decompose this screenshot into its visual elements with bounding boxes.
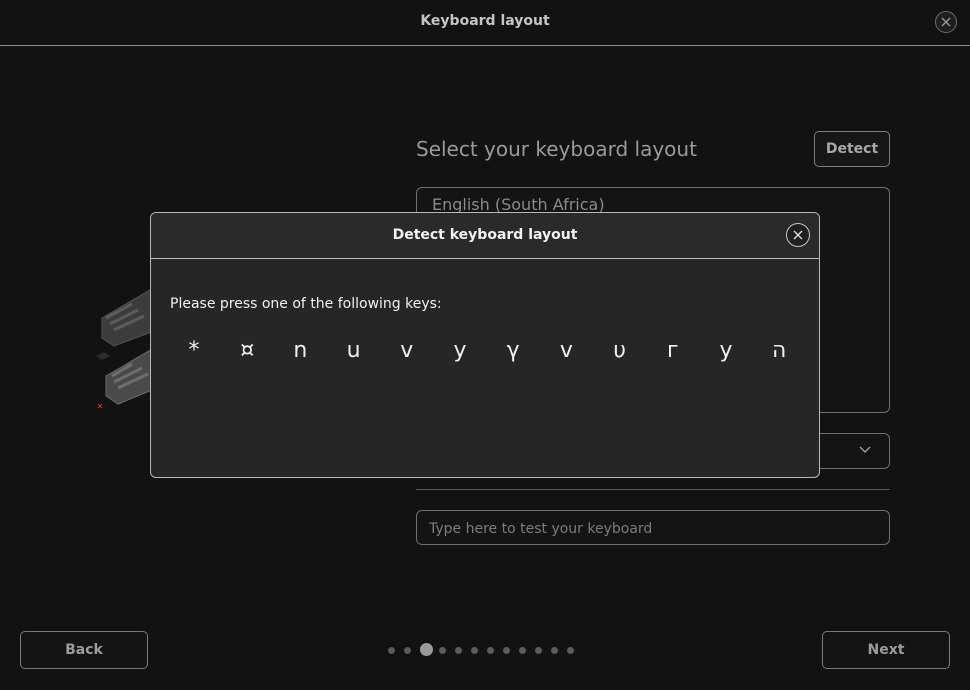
key-glyph: y	[719, 338, 733, 363]
detect-button[interactable]: Detect	[814, 131, 890, 167]
keyboard-test-input[interactable]: Type here to test your keyboard	[416, 510, 890, 545]
step-dot	[567, 647, 574, 654]
step-dot-active	[420, 643, 433, 656]
key-glyph: ה	[772, 338, 787, 363]
step-dot	[551, 647, 558, 654]
close-icon	[793, 230, 803, 240]
title-bar: Keyboard layout	[0, 0, 970, 46]
next-button[interactable]: Next	[822, 631, 950, 669]
back-button[interactable]: Back	[20, 631, 148, 669]
step-dot	[535, 647, 542, 654]
key-glyph: y	[453, 338, 467, 363]
dialog-header: Detect keyboard layout	[151, 213, 819, 259]
page-heading: Select your keyboard layout	[416, 137, 697, 161]
key-glyph: v	[400, 338, 414, 363]
key-glyph: υ	[613, 338, 626, 363]
dialog-close-button[interactable]	[786, 223, 810, 247]
close-icon	[941, 17, 951, 27]
step-dot	[519, 647, 526, 654]
keyboard-test-placeholder: Type here to test your keyboard	[429, 521, 653, 537]
dialog-prompt: Please press one of the following keys:	[170, 296, 442, 312]
step-dot	[439, 647, 446, 654]
window-close-button[interactable]	[935, 11, 957, 33]
divider	[416, 489, 890, 490]
detect-keyboard-dialog: Detect keyboard layout Please press one …	[150, 212, 820, 478]
key-glyph: u	[346, 338, 361, 363]
step-dot	[471, 647, 478, 654]
key-glyph: г	[667, 338, 679, 363]
key-glyph: γ	[506, 338, 520, 363]
step-dot	[503, 647, 510, 654]
dialog-title: Detect keyboard layout	[392, 227, 578, 243]
key-glyph: *	[188, 338, 200, 363]
step-dot	[388, 647, 395, 654]
chevron-down-icon	[859, 446, 871, 454]
step-dot	[487, 647, 494, 654]
key-glyph: ¤	[240, 338, 255, 363]
step-dot	[455, 647, 462, 654]
key-glyph: n	[293, 338, 308, 363]
key-glyph: v	[559, 338, 573, 363]
step-dot	[404, 647, 411, 654]
window-title: Keyboard layout	[420, 13, 550, 29]
